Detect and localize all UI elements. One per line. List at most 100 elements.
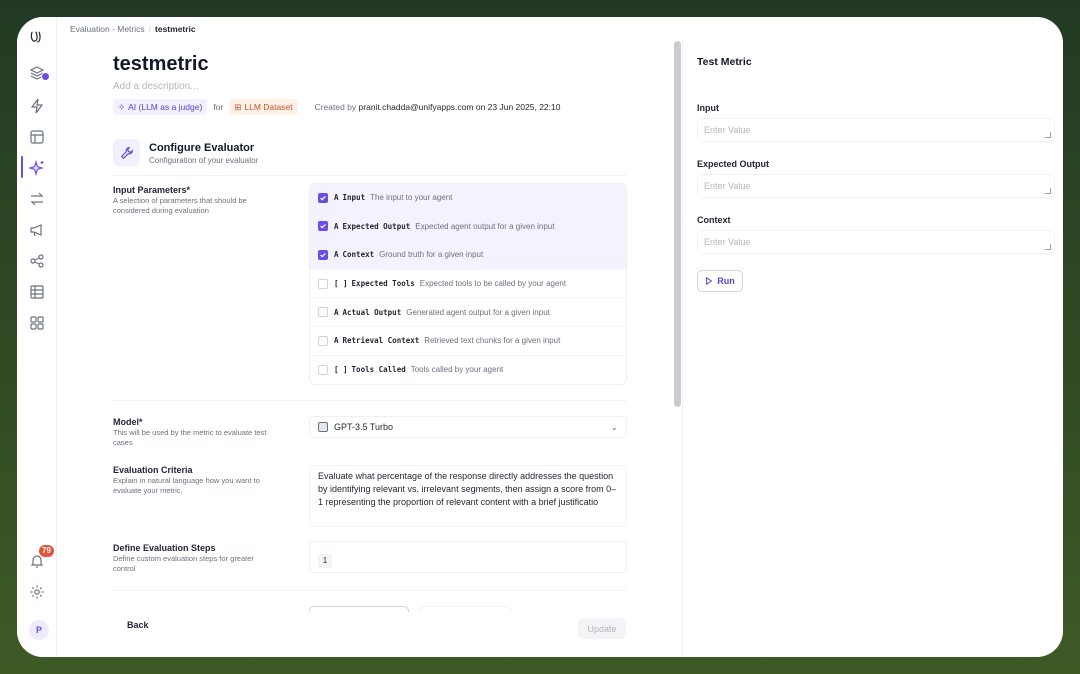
- parameter-row[interactable]: A Input The input to your agent: [310, 184, 626, 213]
- parameter-description: Retrieved text chunks for a given input: [424, 336, 561, 346]
- label-description: Explain in natural language how you want…: [113, 476, 260, 495]
- label-title: Model*: [113, 417, 143, 427]
- sparkle-evaluation-icon[interactable]: [29, 160, 45, 176]
- active-indicator: [21, 156, 23, 178]
- checkbox[interactable]: [318, 335, 328, 346]
- input-placeholder: Enter Value: [704, 125, 751, 135]
- divider: [113, 175, 626, 176]
- parameter-row[interactable]: A Context Ground truth for a given input: [310, 241, 626, 270]
- input-field[interactable]: Enter Value: [697, 118, 1055, 142]
- context-label: Context: [697, 215, 731, 225]
- input-parameters-label: Input Parameters* A selection of paramet…: [113, 185, 278, 216]
- parameter-row[interactable]: [ ] Tools Called Tools called by your agen…: [310, 356, 626, 384]
- parameter-row[interactable]: [ ] Expected Tools Expected tools to be ca…: [310, 270, 626, 299]
- parameter-type-icon: A: [334, 307, 339, 317]
- run-button[interactable]: Run: [697, 270, 743, 292]
- table-icon[interactable]: [29, 284, 45, 300]
- settings-gear-icon[interactable]: [29, 584, 45, 600]
- play-icon: [706, 277, 713, 285]
- parameter-description: Generated agent output for a given input: [406, 307, 550, 317]
- megaphone-icon[interactable]: [29, 222, 45, 238]
- evaluation-steps-list: 1: [309, 541, 627, 573]
- label-title: Evaluation Criteria: [113, 465, 193, 475]
- parameter-type-icon: [ ]: [334, 365, 348, 375]
- transfer-arrows-icon[interactable]: [29, 191, 45, 207]
- chevron-down-icon: ⌄: [610, 421, 618, 432]
- page-title[interactable]: testmetric: [113, 53, 209, 76]
- step-number: 1: [318, 554, 332, 568]
- model-label: Model* This will be used by the metric t…: [113, 417, 278, 448]
- label-description: Define custom evaluation steps for great…: [113, 554, 254, 573]
- check-icon: [320, 252, 326, 258]
- notification-badge: 79: [39, 545, 54, 557]
- share-nodes-icon[interactable]: [29, 253, 45, 269]
- resize-handle-icon[interactable]: [1045, 188, 1051, 194]
- dataset-tag[interactable]: ⊞ LLM Dataset: [229, 99, 298, 115]
- description-input[interactable]: Add a description...: [113, 81, 199, 92]
- back-button[interactable]: Back: [127, 620, 149, 630]
- divider: [113, 590, 626, 591]
- parameter-name: Expected Output: [342, 221, 411, 231]
- parameter-row[interactable]: A Actual Output Generated agent output for…: [310, 298, 626, 327]
- checkbox[interactable]: [318, 192, 328, 203]
- parameter-description: Ground truth for a given input: [379, 250, 484, 260]
- resize-handle-icon[interactable]: [1045, 132, 1051, 138]
- checkbox[interactable]: [318, 364, 328, 375]
- user-avatar[interactable]: P: [29, 620, 49, 640]
- evaluation-criteria-textarea[interactable]: Evaluate what percentage of the response…: [309, 465, 627, 527]
- apps-grid-icon[interactable]: [29, 315, 45, 331]
- left-rail: 79 P: [17, 17, 57, 657]
- context-field[interactable]: Enter Value: [697, 230, 1055, 254]
- hidden-button[interactable]: [309, 606, 409, 612]
- run-label: Run: [717, 276, 735, 286]
- breadcrumb-parent[interactable]: Evaluation - Metrics: [70, 24, 145, 34]
- layout-icon[interactable]: [29, 129, 45, 145]
- main-scrollbar[interactable]: [674, 41, 681, 407]
- dataset-label: LLM Dataset: [244, 102, 293, 112]
- update-button[interactable]: Update: [578, 618, 626, 639]
- parameter-description: Expected agent output for a given input: [415, 221, 555, 231]
- configure-evaluator-header: Configure Evaluator Configuration of you…: [113, 139, 258, 166]
- parameter-type-icon: [ ]: [334, 279, 348, 289]
- model-select[interactable]: GPT-3.5 Turbo ⌄: [309, 416, 627, 438]
- parameter-row[interactable]: A Expected Output Expected agent output fo…: [310, 212, 626, 242]
- parameter-type-icon: A: [334, 193, 339, 203]
- section-subtitle: Configuration of your evaluator: [149, 156, 259, 165]
- grid-icon: ⊞: [234, 101, 242, 112]
- parameter-description: The input to your agent: [370, 193, 453, 203]
- model-value: GPT-3.5 Turbo: [334, 422, 394, 432]
- parameter-name: Context: [342, 250, 375, 260]
- label-description: A selection of parameters that should be…: [113, 196, 247, 215]
- created-by: pranit.chadda@unifyapps.com: [358, 102, 474, 112]
- parameter-name: Input: [342, 193, 366, 203]
- created-info: Created by pranit.chadda@unifyapps.com o…: [315, 102, 561, 112]
- created-prefix: Created by: [314, 102, 357, 112]
- logo-icon[interactable]: [28, 29, 46, 47]
- main-content: Evaluation - Metrics / testmetric testmetr…: [57, 17, 672, 657]
- label-description: This will be used by the metric to evalu…: [113, 428, 267, 447]
- parameter-type-icon: A: [334, 250, 339, 260]
- parameter-name: Retrieval Context: [342, 336, 420, 346]
- parameter-type-icon: A: [334, 221, 339, 231]
- model-icon: [318, 422, 328, 432]
- checkbox[interactable]: [318, 278, 328, 289]
- checkbox[interactable]: [318, 221, 328, 232]
- hidden-button[interactable]: [419, 606, 511, 612]
- expected-output-field[interactable]: Enter Value: [697, 174, 1055, 198]
- panel-title: Test Metric: [697, 56, 752, 68]
- label-title: Input Parameters*: [113, 185, 191, 195]
- expected-output-placeholder: Enter Value: [704, 181, 751, 191]
- resize-handle-icon[interactable]: [1045, 244, 1051, 250]
- parameter-name: Expected Tools: [351, 279, 415, 289]
- bolt-icon[interactable]: [29, 98, 45, 114]
- checkbox[interactable]: [318, 249, 328, 260]
- for-text: for: [213, 102, 224, 112]
- home-badge-icon: [41, 72, 50, 81]
- wrench-icon: [113, 139, 140, 166]
- parameter-type-icon: A: [334, 336, 339, 346]
- app-window: 79 P Evaluation - Metrics / testmetric tes…: [17, 17, 1063, 657]
- sparkle-icon: ✧: [118, 101, 126, 112]
- steps-label: Define Evaluation Steps Define custom ev…: [113, 543, 278, 574]
- parameter-row[interactable]: A Retrieval Context Retrieved text chunks …: [310, 327, 626, 356]
- checkbox[interactable]: [318, 307, 328, 318]
